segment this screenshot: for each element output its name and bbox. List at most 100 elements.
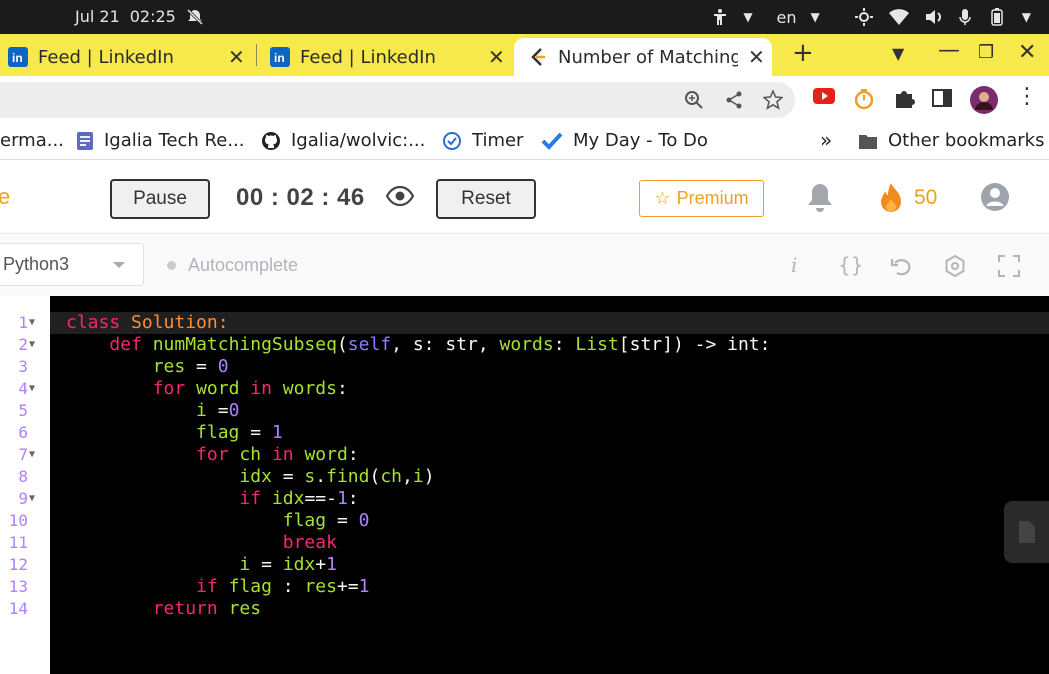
- user-avatar-icon[interactable]: [980, 182, 1010, 216]
- fold-arrow-icon[interactable]: ▼: [29, 312, 35, 334]
- svg-text:in: in: [274, 51, 285, 65]
- line-number: 7 ▼: [0, 444, 50, 466]
- code-line[interactable]: class Solution:: [66, 312, 229, 334]
- code-line[interactable]: for word in words:: [66, 378, 348, 400]
- fold-arrow-icon[interactable]: ▼: [29, 378, 35, 400]
- bookmarks-overflow-icon[interactable]: »: [820, 128, 832, 152]
- notifications-muted-icon: [186, 8, 204, 26]
- settings-icon[interactable]: [943, 254, 967, 283]
- code-line[interactable]: idx = s.find(ch,i): [66, 466, 434, 488]
- system-date: Jul 21: [75, 7, 120, 26]
- battery-icon[interactable]: [986, 8, 1008, 26]
- line-number: 9 ▼: [0, 488, 50, 510]
- fold-arrow-icon[interactable]: ▼: [29, 488, 35, 510]
- volume-icon[interactable]: [924, 8, 944, 26]
- fullscreen-icon[interactable]: [998, 255, 1020, 282]
- microphone-icon[interactable]: [958, 8, 972, 26]
- side-panel-icon[interactable]: [932, 88, 952, 112]
- chevron-down-icon[interactable]: ▼: [1022, 10, 1031, 24]
- code-line[interactable]: def numMatchingSubseq(self, s: str, word…: [66, 334, 770, 356]
- eye-icon[interactable]: [385, 185, 415, 210]
- line-number: 12: [0, 554, 50, 576]
- night-light-icon[interactable]: [854, 7, 874, 27]
- code-line[interactable]: break: [66, 532, 337, 554]
- linkedin-icon: in: [270, 47, 290, 67]
- notification-bell-icon[interactable]: [806, 182, 834, 218]
- system-tray: ▼ en ▼ ▼: [711, 7, 1031, 27]
- code-line[interactable]: res = 0: [66, 356, 229, 378]
- line-number-text: 12: [8, 555, 28, 574]
- youtube-extension-icon[interactable]: [813, 88, 835, 110]
- fold-arrow-icon[interactable]: ▼: [29, 334, 35, 356]
- share-icon[interactable]: [724, 90, 744, 114]
- code-line[interactable]: if flag : res+=1: [66, 576, 369, 598]
- tab-separator: [256, 44, 257, 66]
- tab-title: Feed | LinkedIn: [300, 46, 436, 68]
- bookmark-star-icon[interactable]: [762, 89, 784, 114]
- system-clock[interactable]: Jul 21 02:25: [75, 7, 204, 26]
- code-line[interactable]: if idx==-1:: [66, 488, 358, 510]
- side-panel-toggle[interactable]: [1004, 501, 1049, 563]
- address-bar[interactable]: [0, 82, 795, 118]
- bookmark-item[interactable]: Igalia/wolvic:...: [261, 130, 425, 151]
- bookmark-label: My Day - To Do: [573, 130, 708, 151]
- info-icon[interactable]: i: [791, 253, 797, 277]
- pause-button[interactable]: Pause: [110, 179, 210, 219]
- new-tab-icon[interactable]: +: [792, 38, 814, 68]
- code-line[interactable]: for ch in word:: [66, 444, 359, 466]
- chevron-down-icon[interactable]: ▼: [743, 10, 752, 24]
- close-icon[interactable]: ✕: [748, 45, 765, 69]
- code-line[interactable]: flag = 1: [66, 422, 283, 444]
- close-icon[interactable]: ✕: [228, 45, 245, 69]
- line-number: 14: [0, 598, 50, 620]
- reset-button[interactable]: Reset: [436, 179, 536, 219]
- bookmark-item[interactable]: My Day - To Do: [541, 130, 708, 151]
- other-bookmarks[interactable]: Other bookmarks: [858, 130, 1044, 151]
- browser-toolbar: ⋮: [0, 76, 1049, 124]
- code-line[interactable]: i =0: [66, 400, 239, 422]
- browser-menu-icon[interactable]: ⋮: [1016, 84, 1038, 109]
- premium-button[interactable]: ☆ Premium: [639, 180, 764, 217]
- system-time: 02:25: [129, 7, 176, 26]
- line-number-text: 7: [18, 445, 28, 464]
- zoom-icon[interactable]: [684, 90, 704, 114]
- linkedin-icon: in: [8, 47, 28, 67]
- minimize-icon[interactable]: —: [938, 38, 960, 63]
- code-line[interactable]: i = idx+1: [66, 554, 337, 576]
- code-line[interactable]: flag = 0: [66, 510, 370, 532]
- browser-tab-strip: in Feed | LinkedIn ✕ in Feed | LinkedIn …: [0, 34, 1049, 76]
- wifi-icon[interactable]: [888, 8, 910, 26]
- browser-tab-active[interactable]: Number of Matching ✕: [514, 38, 772, 76]
- timer-extension-icon[interactable]: [853, 88, 875, 114]
- bookmark-item[interactable]: Timer: [442, 130, 523, 151]
- streak-counter[interactable]: 50: [878, 182, 937, 214]
- bookmark-item[interactable]: Igalia Tech Re...: [76, 130, 245, 151]
- fold-arrow-icon[interactable]: ▼: [29, 444, 35, 466]
- keyboard-layout[interactable]: en: [777, 8, 797, 27]
- extensions-puzzle-icon[interactable]: [893, 88, 915, 114]
- maximize-icon[interactable]: ❐: [978, 42, 994, 63]
- accessibility-icon[interactable]: [711, 8, 729, 26]
- browser-tab[interactable]: in Feed | LinkedIn ✕: [8, 38, 248, 76]
- braces-icon[interactable]: {}: [838, 253, 863, 277]
- line-number-text: 4: [18, 379, 28, 398]
- line-number-text: 10: [8, 511, 28, 530]
- language-select[interactable]: Python3: [0, 243, 144, 286]
- document-icon: [1019, 521, 1035, 543]
- bookmark-item[interactable]: erma...: [0, 130, 64, 151]
- close-window-icon[interactable]: ✕: [1018, 40, 1036, 65]
- profile-avatar[interactable]: [970, 86, 998, 118]
- header-left-fragment[interactable]: e: [0, 184, 10, 210]
- close-icon[interactable]: ✕: [488, 45, 505, 69]
- github-icon: [262, 131, 280, 150]
- browser-tab[interactable]: in Feed | LinkedIn ✕: [270, 38, 510, 76]
- line-number: 5: [0, 400, 50, 422]
- code-line[interactable]: return res: [66, 598, 261, 620]
- code-editor[interactable]: class Solution: def numMatchingSubseq(se…: [50, 296, 1049, 674]
- chevron-down-icon[interactable]: ▼: [811, 10, 820, 24]
- undo-icon[interactable]: [890, 255, 914, 282]
- premium-label: Premium: [676, 188, 749, 208]
- tab-search-icon[interactable]: ▼: [892, 44, 904, 63]
- autocomplete-toggle[interactable]: Autocomplete: [167, 255, 298, 276]
- todo-check-icon: [541, 132, 563, 150]
